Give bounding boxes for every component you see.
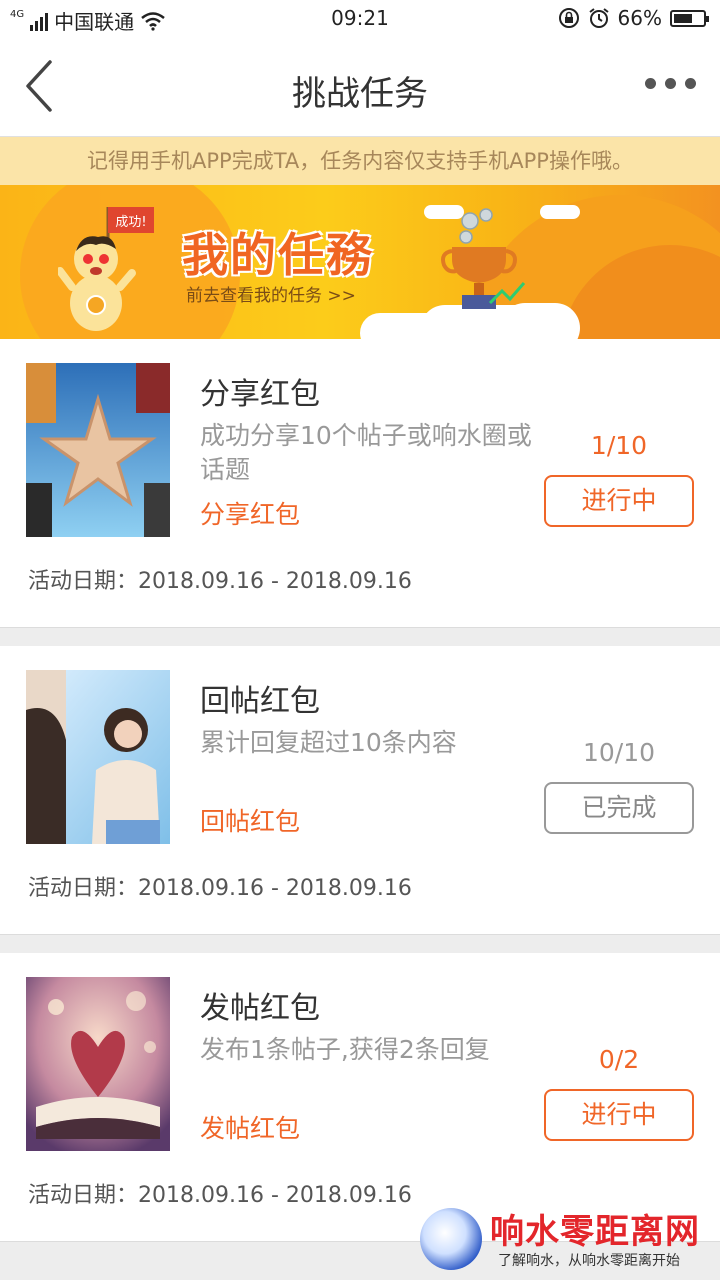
app-only-notice: 记得用手机APP完成TA，任务内容仅支持手机APP操作哦。 [0,137,720,185]
task-tag: 回帖红包 [200,807,301,836]
task-status-button[interactable]: 进行中 [544,1089,694,1141]
task-description: 发布1条帖子,获得2条回复 [200,1035,490,1064]
task-tag: 发帖红包 [200,1114,301,1143]
task-progress: 1/10 [590,431,648,460]
task-tag: 分享红包 [200,500,301,529]
battery-fill [674,13,693,23]
task-date: 活动日期：2018.09.16 - 2018.09.16 [28,1183,412,1208]
task-title: 分享红包 [200,377,320,412]
status-right: 66% [558,6,709,30]
banner-subtitle[interactable]: 前去查看我的任务 >> [186,281,356,306]
task-description: 成功分享10个帖子或响水圈或话题 [200,421,532,484]
task-progress: 10/10 [582,738,656,767]
task-title: 发帖红包 [200,991,320,1026]
site-watermark: 响水零距离网 了解响水，从响水零距离开始 [420,1204,710,1278]
task-progress: 0/2 [598,1045,640,1074]
task-status-button[interactable]: 进行中 [544,475,694,527]
mascot-illustration: 成功! [58,207,154,331]
task-card[interactable]: 发帖红包 发布1条帖子,获得2条回复 发帖红包 0/2 进行中 活动日期：201… [0,953,720,1242]
watermark-title: 响水零距离网 [490,1212,700,1252]
nav-bar: 挑战任务 [0,38,720,137]
task-thumbnail-hands-star [26,363,170,537]
battery-icon [670,9,709,27]
my-tasks-banner[interactable]: 成功! 我的任務 前去查看我的任务 >> [0,185,720,339]
page-title: 挑战任务 [292,74,428,114]
rotation-lock-icon [558,8,579,28]
task-status-button[interactable]: 已完成 [544,782,694,834]
status-bar: 4G 中国联通 09:21 66% [0,0,720,38]
banner-title: 我的任務 [182,228,374,282]
task-thumbnail-book-heart [26,977,170,1151]
site-logo-icon [420,1208,482,1270]
flag-text: 成功! [115,215,146,230]
task-date: 活动日期：2018.09.16 - 2018.09.16 [28,569,412,594]
task-card[interactable]: 回帖红包 累计回复超过10条内容 回帖红包 10/10 已完成 活动日期：201… [0,646,720,935]
task-date: 活动日期：2018.09.16 - 2018.09.16 [28,876,412,901]
task-title: 回帖红包 [200,684,320,719]
battery-percent: 66% [617,6,662,30]
trophy-icon [441,208,526,309]
more-options-icon[interactable] [645,78,696,89]
task-card[interactable]: 分享红包 成功分享10个帖子或响水圈或话题 分享红包 1/10 进行中 活动日期… [0,339,720,628]
alarm-icon [588,8,609,28]
watermark-subtitle: 了解响水，从响水零距离开始 [498,1253,680,1269]
task-thumbnail-girls-window [26,670,170,844]
task-description: 累计回复超过10条内容 [200,728,457,757]
